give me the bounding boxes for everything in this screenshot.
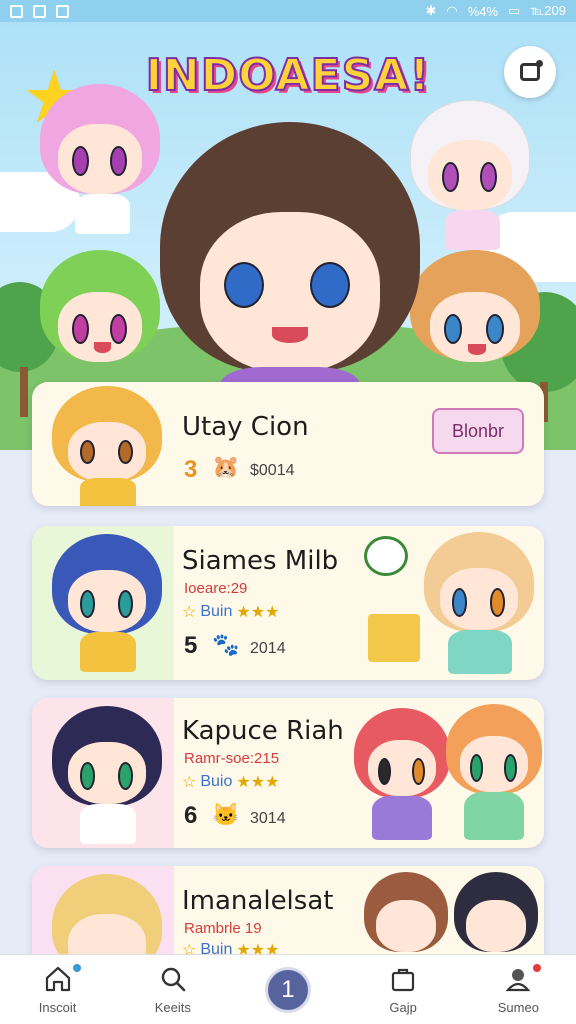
character-card[interactable]: Utay Cion 3 🐹 $0014 Blonbr xyxy=(32,382,544,506)
star-icon: ☆ xyxy=(182,604,197,621)
character-blonde xyxy=(424,532,534,676)
character-pink xyxy=(40,84,160,234)
card-rating: ☆ Buin ★★★ xyxy=(182,602,279,622)
character-green xyxy=(40,250,160,400)
bluetooth-icon: ✱ xyxy=(425,3,437,18)
nav-bag[interactable]: Gajp xyxy=(358,964,448,1015)
image-icon xyxy=(33,4,46,18)
card-title: Kapuce Riah xyxy=(182,716,344,746)
card-code: $0014 xyxy=(250,462,295,479)
rating-label: Buio xyxy=(200,773,233,790)
rating-label: Buin xyxy=(200,603,233,620)
card-subtitle: Ramr-soe:215 xyxy=(184,750,280,767)
profile-icon xyxy=(503,964,533,994)
cat-icon: 🐱 xyxy=(212,802,240,827)
nav-label: Gajp xyxy=(389,1000,417,1015)
speech-bubble-icon xyxy=(364,536,408,576)
status-time: ℡209 xyxy=(530,3,566,18)
share-icon xyxy=(520,60,543,81)
wifi-icon: ◠ xyxy=(446,3,458,18)
card-thumbnail xyxy=(32,526,174,680)
nav-profile[interactable]: Sumeo xyxy=(473,964,563,1015)
card-count: 6 xyxy=(184,802,198,829)
bag-icon xyxy=(388,964,418,994)
hamster-icon: 🐹 xyxy=(212,454,240,479)
card-code: 2014 xyxy=(250,640,286,657)
character-white xyxy=(410,100,530,250)
card-count: 3 xyxy=(184,456,198,483)
card-action-button[interactable]: Blonbr xyxy=(432,408,524,454)
signal-readout: %4% xyxy=(467,3,499,19)
character-navy xyxy=(52,706,162,846)
notification-dot xyxy=(533,964,542,972)
home-icon xyxy=(43,964,73,994)
status-bar: ✱ ◠ %4% ▭ ℡209 xyxy=(0,0,576,22)
nav-home[interactable]: Inscoit xyxy=(13,964,103,1015)
character-orange xyxy=(410,250,540,400)
battery-icon: ▭ xyxy=(508,3,521,18)
center-action-button[interactable]: 1 xyxy=(264,966,311,1013)
message-icon xyxy=(56,4,69,18)
character-ginger xyxy=(446,704,542,844)
star-icon: ☆ xyxy=(182,774,197,791)
search-icon xyxy=(158,964,188,994)
nav-label: Sumeo xyxy=(497,1000,539,1015)
notification-icon xyxy=(10,4,23,18)
pet-icon: 🐾 xyxy=(212,632,240,657)
card-title: Imanalelsat xyxy=(182,886,334,916)
card-subtitle: Ioeare:29 xyxy=(184,580,248,597)
stars-icon: ★★★ xyxy=(236,774,280,791)
nav-label: Inscoit xyxy=(38,1000,77,1015)
character-card[interactable]: Siames Milb Ioeare:29 ☆ Buin ★★★ 5 🐾 201… xyxy=(32,526,544,680)
share-button[interactable] xyxy=(504,46,556,98)
card-code: 3014 xyxy=(250,810,286,827)
character-card[interactable]: Kapuce Riah Ramr-soe:215 ☆ Buio ★★★ 6 🐱 … xyxy=(32,698,544,848)
card-art xyxy=(354,526,544,680)
notification-dot xyxy=(72,964,81,972)
card-subtitle: Rambrle 19 xyxy=(184,920,262,937)
card-count: 5 xyxy=(184,632,198,659)
tree-trunk xyxy=(20,367,28,417)
bottom-nav: Inscoit Keeits 1 Gajp Sumeo xyxy=(0,954,576,1024)
stars-icon: ★★★ xyxy=(236,604,280,621)
card-title: Utay Cion xyxy=(182,412,309,442)
nav-center[interactable]: 1 xyxy=(243,966,333,1013)
character-blue xyxy=(52,534,162,674)
card-art xyxy=(354,698,544,848)
card-thumbnail xyxy=(32,698,174,848)
nav-search[interactable]: Keeits xyxy=(128,964,218,1015)
card-thumbnail xyxy=(32,382,174,506)
character-yellow xyxy=(52,386,162,506)
map-icon xyxy=(368,614,420,662)
character-main xyxy=(160,122,420,427)
character-red xyxy=(354,708,450,844)
nav-label: Keeits xyxy=(154,1000,191,1015)
card-rating: ☆ Buio ★★★ xyxy=(182,772,279,792)
card-title: Siames Milb xyxy=(182,546,339,576)
